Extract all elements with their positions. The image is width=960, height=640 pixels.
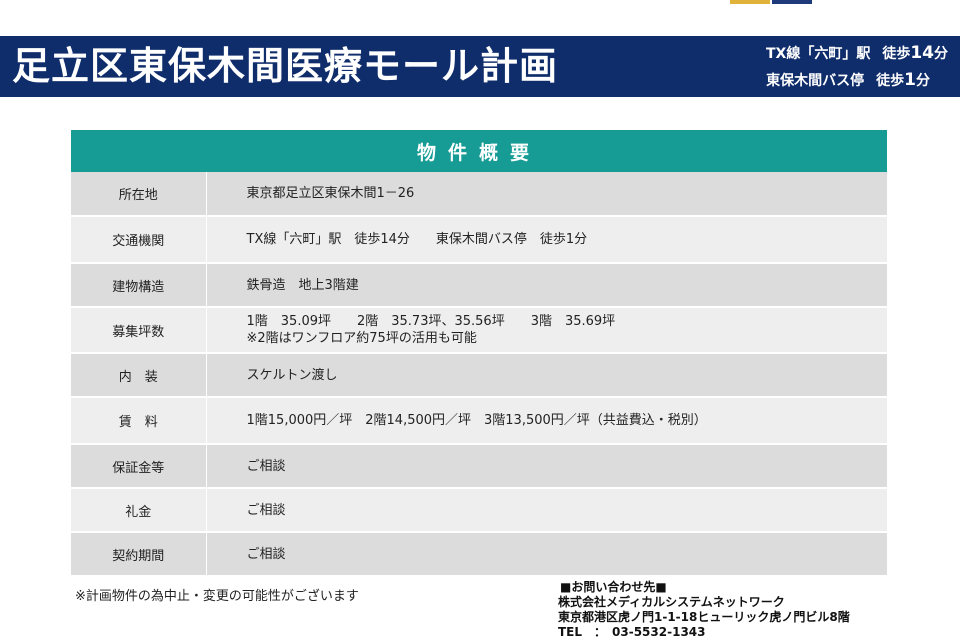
row-value: 鉄骨造 地上3階建 (206, 263, 887, 308)
access-info: TX線「六町」駅 徒歩14分 東保木間バス停 徒歩1分 (766, 40, 948, 94)
contact-company: 株式会社メディカルシステムネットワーク (558, 595, 785, 609)
row-value: ご相談 (206, 444, 887, 489)
table-row: 所在地 東京都足立区東保木間1－26 (71, 172, 887, 217)
row-value: 1階15,000円／坪 2階14,500円／坪 3階13,500円／坪（共益費込… (206, 397, 887, 445)
access-place: TX線「六町」駅 (765, 46, 871, 62)
logo-mark-gold (730, 0, 770, 4)
row-value: スケルトン渡し (206, 353, 887, 398)
row-label: 建物構造 (71, 263, 207, 308)
row-value: 東京都足立区東保木間1－26 (206, 172, 887, 217)
value-line: ご相談 (246, 458, 286, 474)
value-line: ※2階はワンフロア約75坪の活用も可能 (246, 331, 477, 346)
contact-tel: TEL ： 03-5532-1343 (558, 625, 706, 639)
disclaimer-note: ※計画物件の為中止・変更の可能性がございます (75, 589, 359, 604)
contact-block: ■お問い合わせ先■ 株式会社メディカルシステムネットワーク 東京都港区虎ノ門1-… (558, 580, 850, 640)
access-walk-label: 徒歩 (876, 73, 905, 89)
row-value: ご相談 (206, 532, 887, 577)
row-label: 契約期間 (71, 532, 207, 577)
logo-marks (730, 0, 812, 4)
access-unit: 分 (916, 73, 930, 89)
contact-heading: ■お問い合わせ先■ (560, 580, 667, 594)
table-row: 賃 料 1階15,000円／坪 2階14,500円／坪 3階13,500円／坪（… (71, 397, 887, 445)
table-row: 建物構造 鉄骨造 地上3階建 (71, 263, 887, 308)
access-line-bus: 東保木間バス停 徒歩1分 (766, 67, 948, 94)
logo-mark-navy (772, 0, 812, 4)
contact-address: 東京都港区虎ノ門1-1-18ヒューリック虎ノ門ビル8階 (558, 610, 850, 624)
row-value: TX線「六町」駅 徒歩14分 東保木間バス停 徒歩1分 (206, 216, 887, 264)
page-title: 足立区東保木間医療モール計画 (12, 44, 559, 88)
access-place: 東保木間バス停 (766, 73, 865, 89)
row-label: 内 装 (71, 353, 207, 398)
value-line: 1階 35.09坪 2階 35.73坪、35.56坪 3階 35.69坪 (246, 314, 616, 329)
table-row: 募集坪数 1階 35.09坪 2階 35.73坪、35.56坪 3階 35.69… (71, 307, 887, 354)
table-row: 交通機関 TX線「六町」駅 徒歩14分 東保木間バス停 徒歩1分 (71, 216, 887, 264)
row-label: 礼金 (71, 488, 207, 533)
row-label: 所在地 (71, 172, 207, 217)
value-line: 鉄骨造 地上3階建 (246, 277, 359, 293)
row-value: ご相談 (206, 488, 887, 533)
access-minutes: 1 (904, 70, 916, 90)
value-line: 東京都足立区東保木間1－26 (246, 186, 415, 201)
row-label: 交通機関 (71, 216, 207, 264)
table-row: 礼金 ご相談 (71, 488, 887, 533)
access-minutes: 14 (910, 43, 934, 63)
row-label: 賃 料 (71, 397, 207, 445)
row-label: 募集坪数 (71, 307, 207, 354)
access-line-station: TX線「六町」駅 徒歩14分 (766, 40, 948, 67)
row-label: 保証金等 (71, 444, 207, 489)
row-value: 1階 35.09坪 2階 35.73坪、35.56坪 3階 35.69坪 ※2階… (206, 307, 887, 354)
title-banner: 足立区東保木間医療モール計画 TX線「六町」駅 徒歩14分 東保木間バス停 徒歩1分 (0, 36, 960, 97)
property-summary-table: 物件概要 所在地 東京都足立区東保木間1－26 交通機関 TX線「六町」駅 徒歩… (71, 130, 887, 577)
access-unit: 分 (934, 46, 948, 62)
value-line: ご相談 (246, 502, 286, 518)
table-row: 契約期間 ご相談 (71, 532, 887, 577)
value-line: ご相談 (246, 546, 286, 562)
table-title: 物件概要 (71, 130, 887, 172)
value-line: 1階15,000円／坪 2階14,500円／坪 3階13,500円／坪（共益費込… (246, 413, 707, 428)
table-row: 内 装 スケルトン渡し (71, 353, 887, 398)
access-walk-label: 徒歩 (882, 46, 911, 62)
value-line: TX線「六町」駅 徒歩14分 東保木間バス停 徒歩1分 (246, 232, 588, 247)
value-line: スケルトン渡し (246, 367, 338, 383)
table-row: 保証金等 ご相談 (71, 444, 887, 489)
